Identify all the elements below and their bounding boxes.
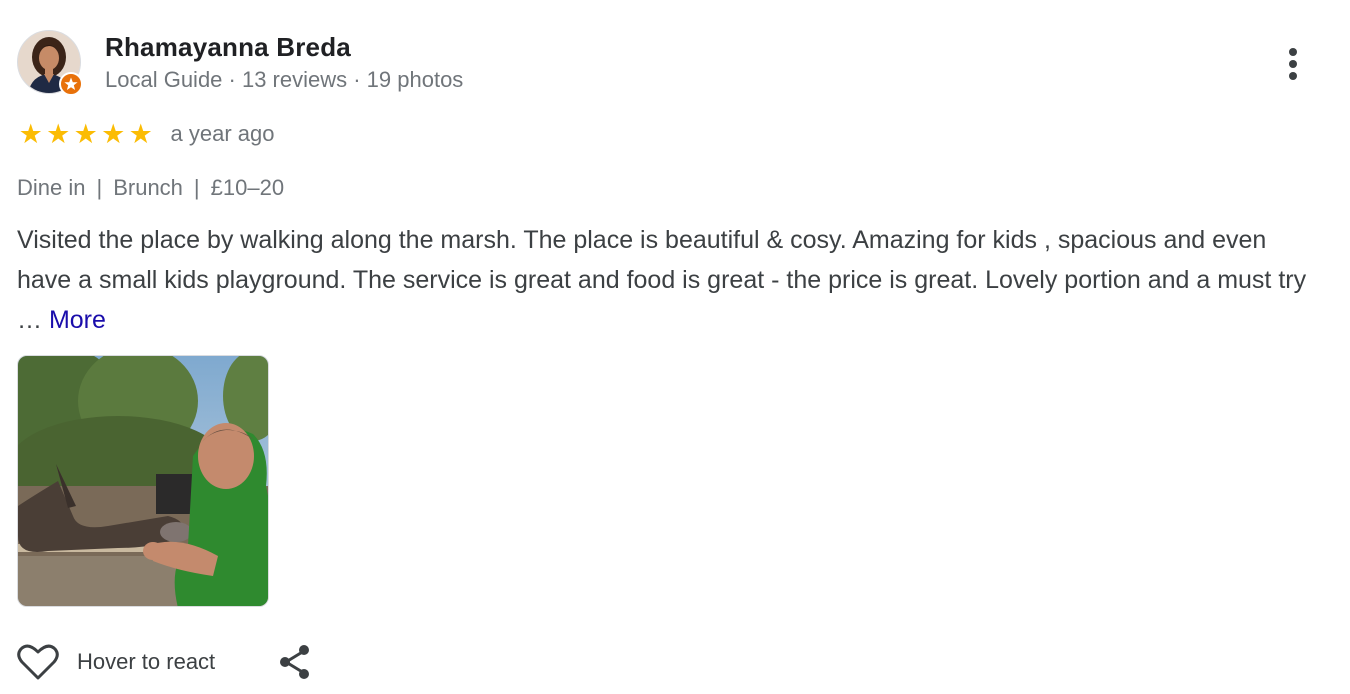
- review-attributes: Dine in | Brunch | £10–20: [17, 172, 284, 204]
- review-body: Visited the place by walking along the m…: [17, 226, 1307, 334]
- review-card: Rhamayanna Breda Local Guide · 13 review…: [0, 0, 1350, 694]
- share-button[interactable]: [277, 642, 313, 682]
- attr-meal: Brunch: [113, 175, 183, 200]
- attr-service: Dine in: [17, 175, 86, 200]
- more-link[interactable]: More: [49, 306, 106, 334]
- react-button[interactable]: Hover to react: [17, 643, 215, 681]
- review-time: a year ago: [170, 121, 275, 146]
- share-icon: [280, 645, 310, 679]
- menu-dot: [1289, 48, 1297, 56]
- star-icon: ★: [128, 119, 153, 149]
- author-name[interactable]: Rhamayanna Breda: [105, 30, 463, 64]
- more-vert-icon[interactable]: [1278, 44, 1308, 84]
- heart-outline-icon: [17, 644, 59, 680]
- menu-dot: [1289, 60, 1297, 68]
- author-info: Rhamayanna Breda Local Guide · 13 review…: [105, 30, 463, 95]
- attr-price: £10–20: [210, 175, 285, 200]
- star-icon: ★: [101, 119, 126, 149]
- attr-separator: |: [193, 175, 200, 200]
- author-meta[interactable]: Local Guide · 13 reviews · 19 photos: [105, 65, 463, 95]
- react-label: Hover to react: [77, 649, 216, 674]
- attr-separator: |: [96, 175, 103, 200]
- review-header: Rhamayanna Breda Local Guide · 13 review…: [17, 30, 463, 96]
- author-avatar[interactable]: [17, 30, 83, 96]
- review-photo[interactable]: [17, 355, 269, 607]
- star-icon: ★: [18, 119, 43, 149]
- man-feeding-donkey-photo: [18, 356, 268, 606]
- star-icon: ★: [73, 119, 98, 149]
- review-text: Visited the place by walking along the m…: [17, 220, 1327, 340]
- star-rating: ★ ★ ★ ★ ★: [17, 119, 155, 149]
- star-icon: ★: [46, 119, 71, 149]
- review-actions: Hover to react: [17, 640, 313, 684]
- rating-row: ★ ★ ★ ★ ★ a year ago: [17, 118, 275, 150]
- local-guide-star-icon: [59, 72, 83, 96]
- menu-dot: [1289, 72, 1297, 80]
